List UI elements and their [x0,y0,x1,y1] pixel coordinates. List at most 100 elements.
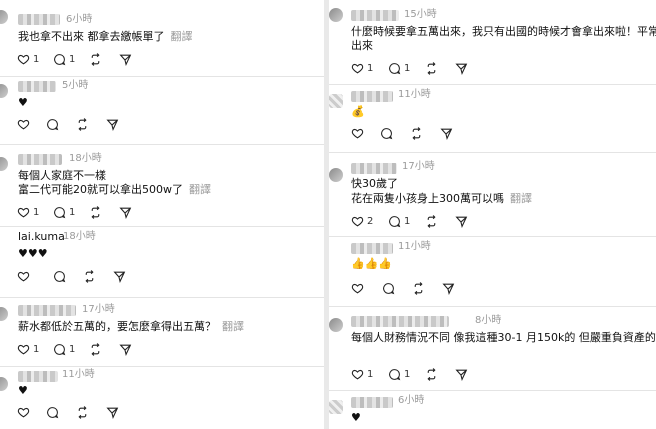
repost-icon [91,53,100,66]
reply-button[interactable]: 1 [388,62,410,75]
like-button[interactable]: 1 [17,206,39,219]
username-blurred[interactable] [351,163,397,174]
like-button[interactable]: 1 [351,62,373,75]
avatar[interactable] [329,318,343,332]
share-button[interactable] [455,215,468,228]
reply-button[interactable] [46,406,59,419]
timestamp: 17小時 [402,161,435,172]
reply-icon [381,128,393,140]
repost-button[interactable] [425,62,438,75]
translate-link[interactable]: 翻譯 [171,30,193,43]
avatar[interactable] [0,307,8,321]
username-blurred[interactable] [351,397,393,408]
timestamp: 6小時 [66,14,93,25]
like-button[interactable] [351,282,364,295]
avatar[interactable] [329,400,343,414]
repost-button[interactable] [83,270,96,283]
share-button[interactable] [106,118,119,131]
share-button[interactable] [119,206,132,219]
avatar[interactable] [0,377,8,391]
reply-button[interactable]: 1 [388,368,410,381]
avatar[interactable] [329,94,343,108]
translate-link[interactable]: 翻譯 [189,183,211,196]
avatar[interactable] [329,168,343,182]
share-icon [119,344,132,356]
share-button[interactable] [440,127,453,140]
comment-text: 花在兩隻小孩身上300萬可以嗎 翻譯 [351,191,532,206]
repost-button[interactable] [89,206,102,219]
reply-button[interactable] [46,118,59,131]
like-button[interactable] [351,127,364,140]
share-icon [119,54,132,66]
reply-button[interactable]: 1 [53,53,75,66]
reply-icon [54,271,66,283]
comment-text: ♥♥♥ [18,247,48,260]
share-icon [113,271,126,283]
comment-text-line: 薪水都低於五萬的，要怎麼拿得出五萬？ [18,320,216,333]
reply-button[interactable] [382,282,395,295]
comment-text-line: 快30歲了 [351,177,398,190]
translate-link[interactable]: 翻譯 [222,320,244,333]
share-button[interactable] [113,270,126,283]
share-icon [106,407,119,419]
share-button[interactable] [455,62,468,75]
reply-count: 1 [404,216,411,227]
repost-button[interactable] [89,343,102,356]
share-icon [455,63,468,75]
repost-button[interactable] [425,368,438,381]
username-blurred[interactable] [18,371,58,382]
reply-button[interactable] [53,270,66,283]
username-blurred[interactable] [351,243,393,254]
share-button[interactable] [119,343,132,356]
like-button[interactable]: 1 [351,368,373,381]
like-button[interactable] [17,270,30,283]
avatar[interactable] [0,157,8,171]
username-blurred[interactable] [18,305,76,316]
username-blurred[interactable] [351,316,449,327]
reply-icon [54,207,66,219]
like-button[interactable]: 1 [17,53,39,66]
repost-icon [85,270,94,283]
username-blurred[interactable] [18,81,56,92]
repost-button[interactable] [425,215,438,228]
comment-text-line: 花在兩隻小孩身上300萬可以嗎 [351,192,504,205]
like-button[interactable]: 1 [17,343,39,356]
divider [0,226,324,227]
repost-button[interactable] [410,127,423,140]
repost-button[interactable] [76,118,89,131]
share-button[interactable] [106,406,119,419]
share-icon [455,216,468,228]
like-button[interactable]: 2 [351,215,373,228]
like-button[interactable] [17,406,30,419]
repost-icon [427,215,436,228]
reply-button[interactable]: 1 [53,343,75,356]
avatar[interactable] [329,8,343,22]
avatar[interactable] [0,10,8,24]
comment-text: 富二代可能20就可以拿出500w了 翻譯 [18,182,211,197]
reply-icon [54,344,66,356]
reply-icon [389,369,401,381]
reply-button[interactable] [380,127,393,140]
repost-button[interactable] [412,282,425,295]
reply-icon [389,63,401,75]
reply-button[interactable]: 1 [53,206,75,219]
repost-button[interactable] [89,53,102,66]
reply-button[interactable]: 1 [388,215,410,228]
share-button[interactable] [119,53,132,66]
username[interactable]: lai.kuma [18,230,65,243]
like-button[interactable] [17,118,30,131]
username-blurred[interactable] [351,10,399,21]
share-button[interactable] [455,368,468,381]
share-button[interactable] [442,282,455,295]
comment-text-line: 我也拿不出來 都拿去繳帳單了 [18,30,165,43]
comment-text: 💰 [351,105,365,118]
comments-column-left: 6小時 我也拿不出來 都拿去繳帳單了 翻譯 1 1 5小時 ♥ 18小時 每個人家… [0,0,324,429]
repost-button[interactable] [76,406,89,419]
username-blurred[interactable] [18,14,60,25]
translate-link[interactable]: 翻譯 [510,192,532,205]
repost-icon [427,62,436,75]
username-blurred[interactable] [351,91,393,102]
repost-icon [412,127,421,140]
username-blurred[interactable] [18,154,62,165]
avatar[interactable] [0,84,8,98]
